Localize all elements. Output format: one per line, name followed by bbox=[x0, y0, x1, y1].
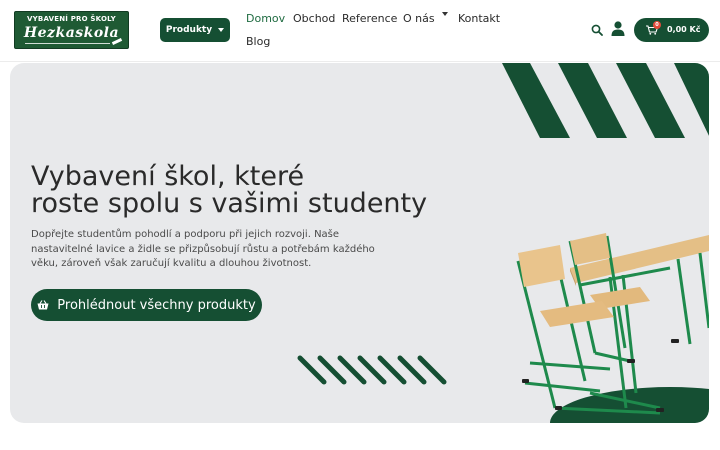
nav-item-blog[interactable]: Blog bbox=[246, 35, 270, 48]
decorative-stripes bbox=[502, 63, 709, 138]
nav-item-home[interactable]: Domov bbox=[246, 12, 285, 25]
basket-icon bbox=[37, 300, 49, 310]
browse-products-label: Prohlédnout všechny produkty bbox=[57, 297, 256, 313]
site-logo[interactable]: VYBAVENÍ PRO ŠKOLY Hezkaskola bbox=[14, 11, 129, 49]
hero-description: Dopřejte studentům pohodlí a podporu při… bbox=[31, 229, 375, 269]
school-furniture-image bbox=[516, 233, 709, 415]
decorative-blob bbox=[550, 387, 709, 423]
products-menu-button[interactable]: Produkty bbox=[160, 18, 230, 42]
search-icon[interactable] bbox=[591, 24, 603, 36]
hero-banner: Vybavení škol, které roste spolu s vašim… bbox=[10, 63, 709, 423]
hero-title-line-2: roste spolu s vašimi studenty bbox=[31, 188, 428, 219]
logo-tagline: VYBAVENÍ PRO ŠKOLY bbox=[27, 15, 116, 23]
nav-item-about[interactable]: O nás bbox=[403, 12, 448, 25]
logo-wordmark: Hezkaskola bbox=[23, 25, 120, 41]
site-header: VYBAVENÍ PRO ŠKOLY Hezkaskola Produkty D… bbox=[0, 0, 720, 62]
nav-item-shop[interactable]: Obchod bbox=[293, 12, 335, 25]
nav-item-references[interactable]: Reference bbox=[342, 12, 397, 25]
cart-count-badge: 0 bbox=[653, 21, 661, 29]
products-menu-label: Produkty bbox=[165, 25, 213, 35]
decorative-dashes bbox=[297, 355, 447, 385]
chevron-down-icon bbox=[218, 28, 225, 32]
nav-item-contact[interactable]: Kontakt bbox=[458, 12, 500, 25]
hero-title: Vybavení škol, které roste spolu s vašim… bbox=[31, 163, 427, 217]
cart-button[interactable]: 0 0,00 Kč bbox=[634, 18, 709, 42]
browse-products-button[interactable]: Prohlédnout všechny produkty bbox=[31, 289, 262, 321]
user-icon[interactable] bbox=[611, 21, 625, 36]
logo-underline bbox=[25, 43, 110, 44]
chevron-down-icon bbox=[441, 12, 448, 16]
nav-item-about-label: O nás bbox=[403, 12, 435, 25]
hero-title-line-1: Vybavení škol, které bbox=[31, 161, 305, 192]
cart-total: 0,00 Kč bbox=[667, 25, 701, 34]
